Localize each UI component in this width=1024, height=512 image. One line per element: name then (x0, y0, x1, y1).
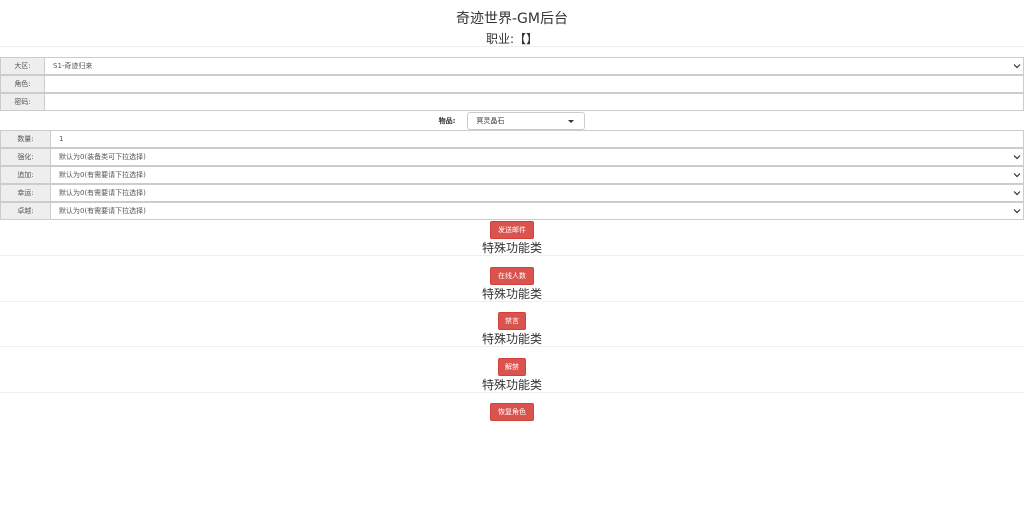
luck-label: 幸运: (0, 184, 50, 202)
password-label: 密码: (0, 93, 44, 111)
caret-down-icon (568, 120, 575, 123)
enhance-label: 强化: (0, 148, 50, 166)
page-title: 奇迹世界-GM后台 (456, 11, 568, 27)
luck-row: 幸运: 默认为0(有需要请下拉选择) (0, 184, 1024, 202)
divider (0, 301, 1024, 302)
chevron-down-icon (1013, 64, 1021, 69)
section-title: 特殊功能类 (481, 241, 542, 255)
restore-role-button[interactable]: 恢复角色 (490, 403, 534, 421)
password-row: 密码: (0, 93, 1024, 111)
quantity-label: 数量: (0, 130, 50, 148)
luck-select-value: 默认为0(有需要请下拉选择) (59, 189, 146, 197)
quantity-input[interactable]: 1 (50, 130, 1024, 148)
send-mail-button[interactable]: 发送邮件 (490, 221, 534, 239)
chevron-down-icon (1013, 209, 1021, 214)
unban-button[interactable]: 解禁 (498, 358, 526, 376)
excellent-row: 卓越: 默认为0(有需要请下拉选择) (0, 202, 1024, 220)
quantity-row: 数量: 1 (0, 130, 1024, 148)
item-select-value: 冥灵晶石 (476, 117, 505, 125)
divider (0, 46, 1024, 47)
append-label: 追加: (0, 166, 50, 184)
item-label: 物品: (438, 117, 456, 125)
region-select[interactable]: S1-奇迹归来 (44, 57, 1024, 75)
section-title: 特殊功能类 (481, 287, 542, 301)
region-row: 大区: S1-奇迹归来 (0, 57, 1024, 75)
item-select[interactable]: 冥灵晶石 (467, 112, 586, 130)
enhance-select-value: 默认为0(装备类可下拉选择) (59, 153, 146, 161)
page-subtitle: 职业:【】 (485, 32, 539, 46)
append-row: 追加: 默认为0(有需要请下拉选择) (0, 166, 1024, 184)
online-count-button[interactable]: 在线人数 (490, 267, 534, 285)
password-input[interactable] (44, 93, 1024, 111)
luck-select[interactable]: 默认为0(有需要请下拉选择) (50, 184, 1024, 202)
chevron-down-icon (1013, 191, 1021, 196)
role-row: 角色: (0, 75, 1024, 93)
excellent-select-value: 默认为0(有需要请下拉选择) (59, 207, 146, 215)
divider (0, 255, 1024, 256)
enhance-row: 强化: 默认为0(装备类可下拉选择) (0, 148, 1024, 166)
excellent-label: 卓越: (0, 202, 50, 220)
role-label: 角色: (0, 75, 44, 93)
chevron-down-icon (1013, 155, 1021, 160)
chevron-down-icon (1013, 173, 1021, 178)
append-select[interactable]: 默认为0(有需要请下拉选择) (50, 166, 1024, 184)
divider (0, 392, 1024, 393)
enhance-select[interactable]: 默认为0(装备类可下拉选择) (50, 148, 1024, 166)
append-select-value: 默认为0(有需要请下拉选择) (59, 171, 146, 179)
item-row: 物品: 冥灵晶石 (0, 112, 1024, 130)
section-title: 特殊功能类 (481, 378, 542, 392)
region-label: 大区: (0, 57, 44, 75)
role-input[interactable] (44, 75, 1024, 93)
divider (0, 346, 1024, 347)
excellent-select[interactable]: 默认为0(有需要请下拉选择) (50, 202, 1024, 220)
region-select-value: S1-奇迹归来 (53, 62, 93, 70)
section-title: 特殊功能类 (481, 332, 542, 346)
mute-button[interactable]: 禁言 (498, 312, 526, 330)
